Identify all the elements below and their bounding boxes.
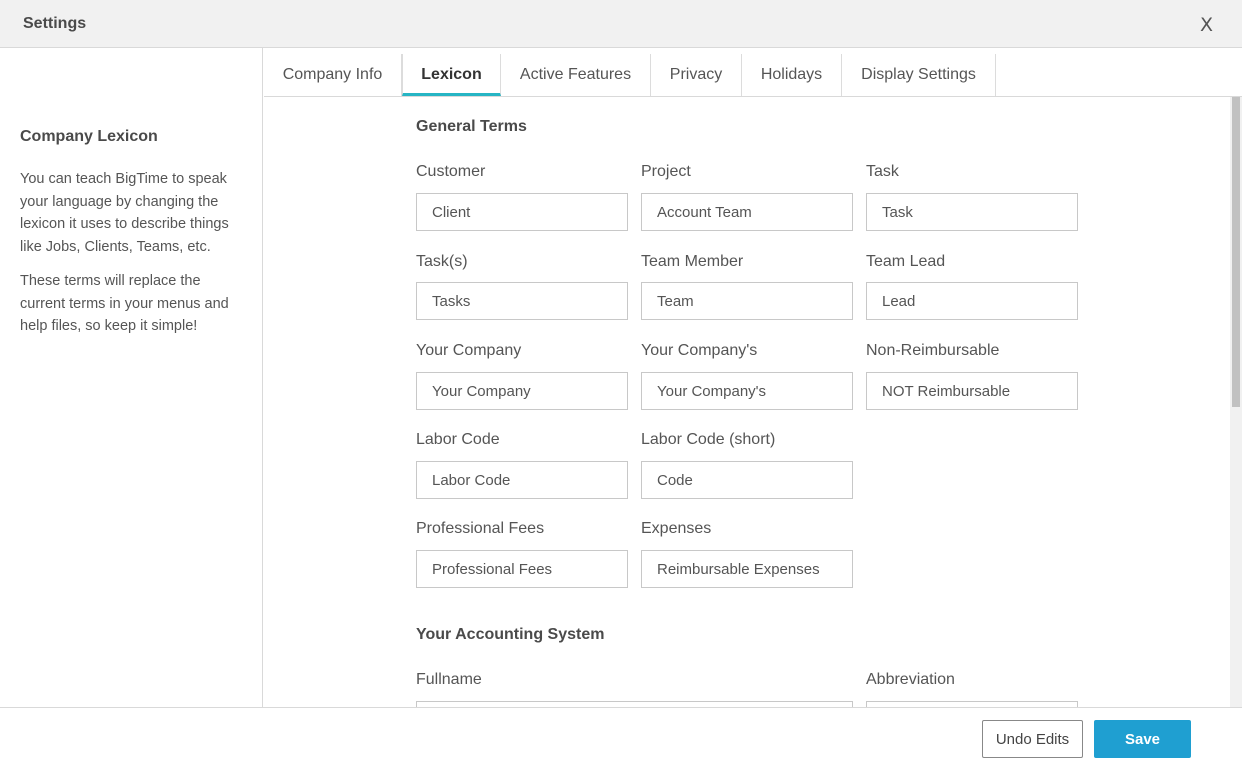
field-label-tasks: Task(s) [416, 253, 468, 270]
field-label-customer: Customer [416, 163, 486, 180]
tab-display-settings[interactable]: Display Settings [842, 54, 996, 96]
team-lead-input[interactable]: Lead [866, 282, 1078, 320]
close-icon[interactable]: X [1200, 14, 1213, 36]
non-reimbursable-input[interactable]: NOT Reimbursable [866, 372, 1078, 410]
tab-holidays[interactable]: Holidays [742, 54, 842, 96]
sidebar-heading: Company Lexicon [20, 128, 158, 145]
save-button[interactable]: Save [1094, 720, 1191, 758]
field-label-your-company: Your Company [416, 342, 522, 359]
tab-label: Active Features [519, 66, 632, 83]
your-companys-input[interactable]: Your Company's [641, 372, 853, 410]
settings-tabs: Company Info Lexicon Active Features Pri… [264, 48, 1242, 97]
tab-company-info[interactable]: Company Info [264, 54, 402, 96]
scrollbar-thumb[interactable] [1232, 97, 1240, 407]
expenses-input[interactable]: Reimbursable Expenses [641, 550, 853, 588]
field-label-team-member: Team Member [641, 253, 744, 270]
vertical-scrollbar[interactable] [1230, 97, 1242, 707]
tab-label: Holidays [760, 66, 823, 83]
labor-code-input[interactable]: Labor Code [416, 461, 628, 499]
labor-code-short-input[interactable]: Code [641, 461, 853, 499]
tab-active-features[interactable]: Active Features [501, 54, 651, 96]
team-member-input[interactable]: Team [641, 282, 853, 320]
field-label-professional-fees: Professional Fees [416, 520, 545, 537]
field-label-non-reimbursable: Non-Reimbursable [866, 342, 1000, 359]
field-label-labor-code: Labor Code [416, 431, 500, 448]
professional-fees-input[interactable]: Professional Fees [416, 550, 628, 588]
undo-edits-button[interactable]: Undo Edits [982, 720, 1083, 758]
general-terms-title: General Terms [416, 118, 527, 135]
sidebar-description-1: You can teach BigTime to speak your lang… [20, 171, 229, 255]
field-label-team-lead: Team Lead [866, 253, 946, 270]
field-label-expenses: Expenses [641, 520, 712, 537]
sidebar: Company Lexicon You can teach BigTime to… [0, 48, 263, 707]
tab-label: Privacy [669, 66, 723, 83]
footer-actions: Undo Edits Save [0, 707, 1242, 764]
window-title: Settings [23, 15, 87, 32]
field-label-project: Project [641, 163, 691, 180]
title-bar: Settings X [0, 0, 1242, 48]
accounting-system-title: Your Accounting System [416, 626, 605, 643]
project-input[interactable]: Account Team [641, 193, 853, 231]
your-company-input[interactable]: Your Company [416, 372, 628, 410]
field-label-task: Task [866, 163, 899, 180]
field-label-your-companys: Your Company's [641, 342, 758, 359]
tasks-input[interactable]: Tasks [416, 282, 628, 320]
task-input[interactable]: Task [866, 193, 1078, 231]
field-label-fullname: Fullname [416, 671, 482, 688]
tab-label: Display Settings [861, 66, 976, 83]
sidebar-description-2: These terms will replace the current ter… [20, 273, 229, 334]
tab-label: Company Info [282, 66, 383, 83]
customer-input[interactable]: Client [416, 193, 628, 231]
field-label-labor-code-short: Labor Code (short) [641, 431, 776, 448]
tab-lexicon[interactable]: Lexicon [402, 54, 501, 96]
tab-privacy[interactable]: Privacy [651, 54, 742, 96]
field-label-abbreviation: Abbreviation [866, 671, 955, 688]
tab-label: Lexicon [421, 66, 482, 83]
lexicon-form: General Terms Customer Client Project Ac… [264, 97, 1242, 707]
